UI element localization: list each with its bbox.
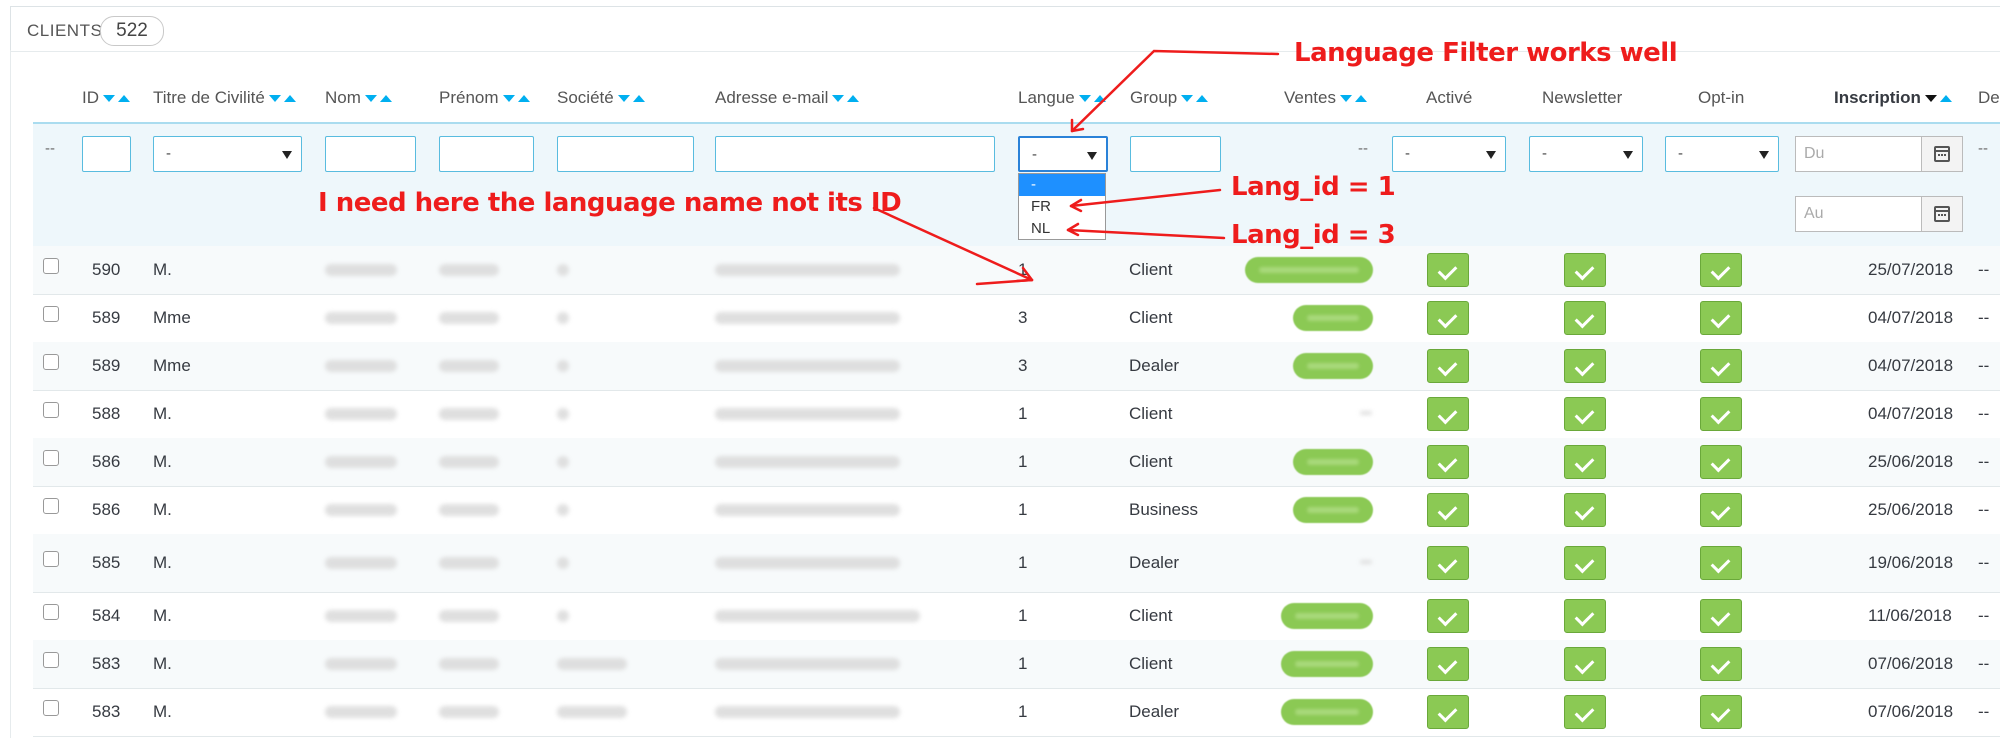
- annotation-filter-works: Language Filter works well: [1294, 38, 1678, 68]
- annotation-need-name: I need here the language name not its ID: [318, 188, 902, 218]
- annotation-arrows: [872, 49, 1280, 286]
- annotation-lang3: Lang_id = 3: [1231, 220, 1396, 250]
- annotation-lang1: Lang_id = 1: [1231, 172, 1396, 202]
